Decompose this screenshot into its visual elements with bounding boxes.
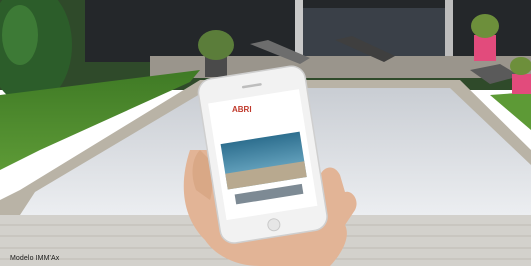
- plant-pink: [471, 14, 499, 38]
- planter-pink: [474, 35, 496, 61]
- planter-pink-2: [512, 74, 531, 94]
- plant-pink-2: [510, 57, 531, 75]
- house-pillar-2: [445, 0, 453, 60]
- photo-scene: ABRI Modelo IMM'Ax: [0, 0, 531, 266]
- photo-caption: Modelo IMM'Ax: [10, 255, 60, 262]
- pool-photo: [0, 0, 531, 266]
- house-pillar: [295, 0, 303, 60]
- tree-left-highlight: [2, 5, 38, 65]
- plant-left: [198, 30, 234, 60]
- app-logo-text: ABRI: [232, 105, 252, 114]
